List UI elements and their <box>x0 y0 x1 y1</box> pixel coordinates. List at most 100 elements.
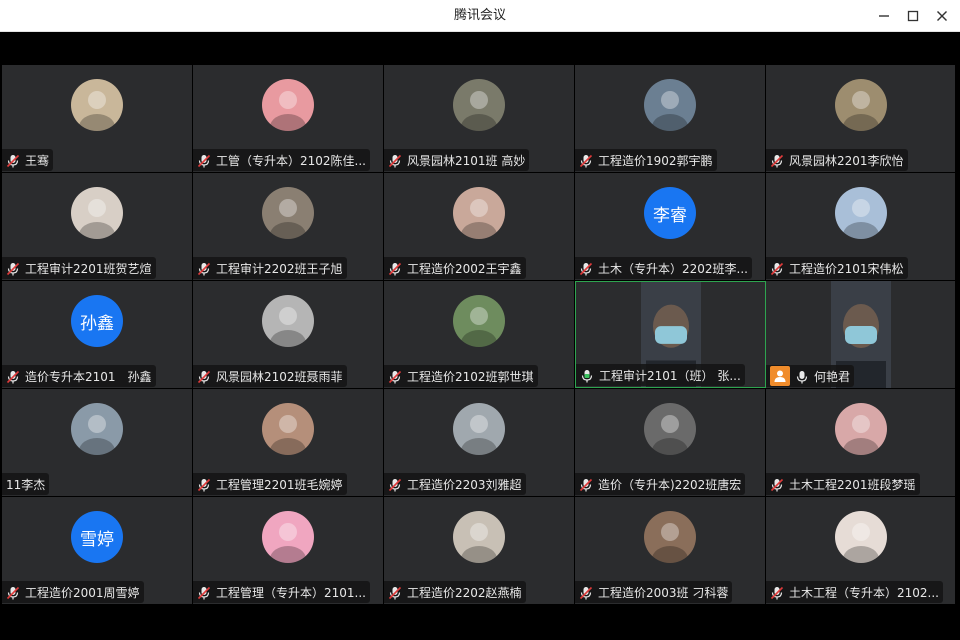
participant-tile[interactable]: 孙鑫造价专升本2101 孙鑫 <box>2 281 193 388</box>
participant-tile[interactable]: 造价（专升本)2202班唐宏 <box>575 389 766 496</box>
avatar <box>262 295 314 347</box>
participant-name: 造价专升本2101 孙鑫 <box>25 369 152 384</box>
maximize-button[interactable] <box>898 0 928 31</box>
participant-name: 工程造价2003班 刁科蓉 <box>598 585 729 600</box>
name-label: 工程造价2203刘雅超 <box>384 473 526 495</box>
participant-tile[interactable]: 工程管理2201班毛婉婷 <box>193 389 384 496</box>
avatar: 孙鑫 <box>71 295 123 347</box>
participant-name: 工程造价1902郭宇鹏 <box>598 153 713 168</box>
mic-muted-icon <box>6 369 20 384</box>
participant-tile[interactable]: 工管（专升本）2102陈佳... <box>193 65 384 172</box>
participant-tile[interactable]: 何艳君 <box>766 281 956 388</box>
minimize-icon <box>879 14 889 17</box>
participant-name: 工程造价2202赵燕楠 <box>407 585 522 600</box>
participant-tile[interactable]: 风景园林2101班 高妙 <box>384 65 575 172</box>
avatar <box>262 403 314 455</box>
participant-name: 土木（专升本）2202班李... <box>598 261 748 276</box>
person-icon <box>770 366 790 386</box>
participant-tile[interactable]: 雪婷工程造价2001周雪婷 <box>2 497 193 604</box>
avatar <box>834 79 887 131</box>
participant-name: 工程审计2201班贺艺煊 <box>25 261 152 276</box>
participant-tile[interactable]: 工程审计2202班王子旭 <box>193 173 384 280</box>
meeting-top-bar <box>2 32 958 64</box>
mic-muted-icon <box>388 261 402 276</box>
participant-name: 工管（专升本）2102陈佳... <box>216 153 366 168</box>
avatar <box>834 511 887 563</box>
name-label: 工程造价2102班郭世琪 <box>384 365 538 387</box>
participant-name: 工程造价2203刘雅超 <box>407 477 522 492</box>
participant-tile[interactable]: 风景园林2201李欣怡 <box>766 65 956 172</box>
participant-name: 工程管理2201班毛婉婷 <box>216 477 343 492</box>
mic-muted-icon <box>579 477 593 492</box>
participant-tile[interactable]: 工程造价2101宋伟松 <box>766 173 956 280</box>
participant-name: 土木工程2201班段梦瑶 <box>789 477 916 492</box>
title-bar: 腾讯会议 <box>0 0 960 32</box>
name-label: 土木工程2201班段梦瑶 <box>766 473 920 495</box>
close-button[interactable] <box>927 0 957 31</box>
mic-muted-icon <box>197 477 211 492</box>
maximize-icon <box>907 10 919 21</box>
mic-muted-icon <box>6 261 20 276</box>
name-label: 造价专升本2101 孙鑫 <box>2 365 156 387</box>
avatar <box>644 79 696 131</box>
participant-tile[interactable]: 王骞 <box>2 65 193 172</box>
participant-tile[interactable]: 工程审计2201班贺艺煊 <box>2 173 193 280</box>
mic-muted-icon <box>579 585 593 600</box>
avatar: 李睿 <box>644 187 696 239</box>
participant-tile[interactable]: 工程造价2203刘雅超 <box>384 389 575 496</box>
mic-muted-icon <box>388 369 402 384</box>
name-label: 工程审计2202班王子旭 <box>193 257 347 279</box>
participant-tile[interactable]: 11李杰 <box>2 389 193 496</box>
mic-muted-icon <box>770 585 784 600</box>
name-label: 工程审计2101（班） 张... <box>576 364 745 386</box>
name-label: 造价（专升本)2202班唐宏 <box>575 473 746 495</box>
mic-muted-icon <box>770 261 784 276</box>
mic-muted-icon <box>197 261 211 276</box>
avatar <box>834 187 887 239</box>
participant-tile[interactable]: 土木工程（专升本）2102... <box>766 497 956 604</box>
participant-tile[interactable]: 工程造价2202赵燕楠 <box>384 497 575 604</box>
participant-tile[interactable]: 工程造价2003班 刁科蓉 <box>575 497 766 604</box>
minimize-button[interactable] <box>869 0 899 31</box>
avatar <box>644 511 696 563</box>
participant-tile[interactable]: 工程管理（专升本）2101... <box>193 497 384 604</box>
name-label: 土木工程（专升本）2102... <box>766 581 943 603</box>
mic-muted-icon <box>197 585 211 600</box>
mic-muted-icon <box>388 585 402 600</box>
mic-icon <box>580 368 594 383</box>
avatar <box>834 403 887 455</box>
name-label: 风景园林2201李欣怡 <box>766 149 908 171</box>
name-label: 工程管理（专升本）2101... <box>193 581 370 603</box>
avatar <box>644 403 696 455</box>
avatar <box>71 79 123 131</box>
participant-name: 工程造价2001周雪婷 <box>25 585 140 600</box>
mic-muted-icon <box>197 153 211 168</box>
name-label: 工程造价2002王宇鑫 <box>384 257 526 279</box>
participant-tile[interactable]: 工程造价2002王宇鑫 <box>384 173 575 280</box>
avatar <box>453 295 505 347</box>
participant-name: 土木工程（专升本）2102... <box>789 585 939 600</box>
name-label: 工管（专升本）2102陈佳... <box>193 149 370 171</box>
participant-name: 11李杰 <box>6 477 46 492</box>
mic-muted-icon <box>770 153 784 168</box>
avatar: 雪婷 <box>71 511 123 563</box>
avatar <box>453 403 505 455</box>
avatar <box>262 79 314 131</box>
name-label: 王骞 <box>2 149 54 171</box>
participant-name: 工程审计2101（班） 张... <box>599 368 741 383</box>
participant-tile[interactable]: 土木工程2201班段梦瑶 <box>766 389 956 496</box>
name-label: 土木（专升本）2202班李... <box>575 257 752 279</box>
participant-tile[interactable]: 工程造价2102班郭世琪 <box>384 281 575 388</box>
participant-name: 王骞 <box>25 153 50 168</box>
participant-tile[interactable]: 风景园林2102班聂雨菲 <box>193 281 384 388</box>
mic-muted-icon <box>388 477 402 492</box>
name-label: 工程造价2202赵燕楠 <box>384 581 526 603</box>
window-title: 腾讯会议 <box>453 8 506 23</box>
name-label: 工程造价2101宋伟松 <box>766 257 908 279</box>
participant-name: 工程造价2101宋伟松 <box>789 261 904 276</box>
participant-tile[interactable]: 工程审计2101（班） 张... <box>575 281 766 388</box>
avatar <box>71 403 123 455</box>
participant-tile[interactable]: 李睿土木（专升本）2202班李... <box>575 173 766 280</box>
participant-tile[interactable]: 工程造价1902郭宇鹏 <box>575 65 766 172</box>
avatar <box>262 187 314 239</box>
